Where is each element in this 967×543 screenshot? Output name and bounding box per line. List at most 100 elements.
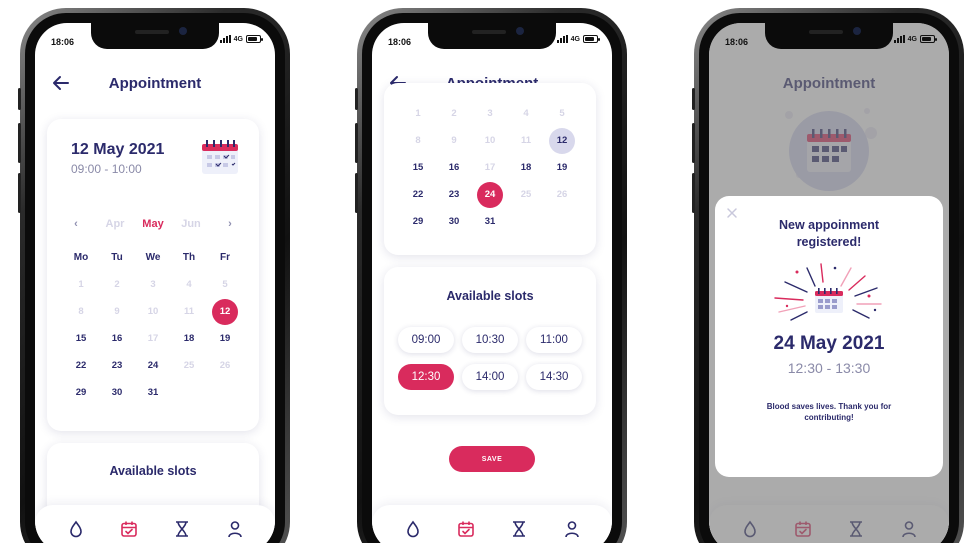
side-button bbox=[355, 173, 358, 213]
phone-frame-1: 18:06 4G Appointment 12 May 2021 09:00 -… bbox=[18, 8, 290, 543]
battery-icon bbox=[246, 35, 263, 43]
chevron-right-icon[interactable]: › bbox=[210, 218, 250, 230]
screen-date-picker: 18:06 4G Appointment 12 May 2021 09:00 -… bbox=[35, 23, 275, 543]
calendar-day: 11 bbox=[183, 306, 195, 317]
slot-button[interactable]: 09:00 bbox=[398, 327, 454, 353]
side-button bbox=[355, 123, 358, 163]
calendar-day[interactable]: 15 bbox=[63, 325, 99, 352]
notch bbox=[91, 23, 219, 49]
calendar-day[interactable]: 23 bbox=[99, 352, 135, 379]
calendar-day: 8 bbox=[78, 306, 84, 317]
side-button bbox=[692, 173, 695, 213]
calendar-day-empty bbox=[508, 208, 544, 235]
tab-history[interactable] bbox=[171, 518, 193, 540]
notch bbox=[428, 23, 556, 49]
hourglass-icon bbox=[512, 521, 525, 537]
month-prev[interactable]: Apr bbox=[96, 218, 134, 230]
calendar-day-empty bbox=[171, 379, 207, 406]
status-indicators: 4G bbox=[219, 35, 263, 43]
calendar-day: 26 bbox=[556, 189, 568, 200]
calendar-day[interactable]: 18 bbox=[508, 154, 544, 181]
slots-title: Available slots bbox=[109, 464, 197, 478]
close-icon[interactable] bbox=[726, 207, 738, 219]
calendar-day[interactable]: 19 bbox=[207, 325, 243, 352]
tab-donations[interactable] bbox=[65, 518, 87, 540]
slot-button-selected[interactable]: 12:30 bbox=[398, 364, 454, 390]
date-picker-card: 1 2 3 4 5 8 9 10 11 12 15 16 17 18 19 22 bbox=[384, 83, 596, 255]
user-icon bbox=[564, 521, 579, 538]
chevron-left-icon[interactable]: ‹ bbox=[56, 218, 96, 230]
calendar-day[interactable]: 22 bbox=[63, 352, 99, 379]
battery-icon bbox=[583, 35, 600, 43]
calendar-day[interactable]: 19 bbox=[544, 154, 580, 181]
signal-icon bbox=[556, 35, 568, 43]
save-button[interactable]: SAVE bbox=[449, 446, 535, 472]
slot-button[interactable]: 11:00 bbox=[526, 327, 582, 353]
tab-profile[interactable] bbox=[224, 518, 246, 540]
calendar-day[interactable]: 16 bbox=[99, 325, 135, 352]
weekday-label: We bbox=[145, 252, 161, 263]
calendar-day[interactable]: 16 bbox=[436, 154, 472, 181]
calendar-day[interactable]: 29 bbox=[63, 379, 99, 406]
month-next[interactable]: Jun bbox=[172, 218, 210, 230]
calendar-day: 9 bbox=[451, 135, 457, 146]
page-title: Appointment bbox=[108, 75, 202, 92]
calendar-day: 1 bbox=[78, 279, 84, 290]
calendar-check-icon bbox=[120, 521, 137, 537]
bezel: 18:06 4G Appointment 1 2 3 4 5 8 9 bbox=[362, 13, 622, 543]
calendar-day: 17 bbox=[484, 162, 496, 173]
calendar-day[interactable]: 29 bbox=[400, 208, 436, 235]
phone-frame-2: 18:06 4G Appointment 1 2 3 4 5 8 9 bbox=[355, 8, 627, 543]
status-time: 18:06 bbox=[725, 37, 749, 47]
tab-donations[interactable] bbox=[402, 518, 424, 540]
calendar-day-selected[interactable]: 12 bbox=[207, 298, 243, 325]
calendar-day[interactable]: 22 bbox=[400, 181, 436, 208]
slot-button[interactable]: 14:30 bbox=[526, 364, 582, 390]
calendar-day: 5 bbox=[559, 108, 565, 119]
calendar-day: 2 bbox=[451, 108, 457, 119]
calendar-day: 17 bbox=[147, 333, 159, 344]
tab-profile[interactable] bbox=[561, 518, 583, 540]
day-label: 12 bbox=[212, 298, 238, 325]
calendar-day: 3 bbox=[487, 108, 493, 119]
calendar-check-icon bbox=[457, 521, 474, 537]
calendar-day: 3 bbox=[150, 279, 156, 290]
calendar-day: 4 bbox=[523, 108, 529, 119]
calendar-day-previous[interactable]: 12 bbox=[544, 127, 580, 154]
tab-appointments[interactable] bbox=[455, 518, 477, 540]
weekday-label: Mo bbox=[73, 252, 89, 263]
selected-date: 12 May 2021 bbox=[71, 141, 165, 158]
side-button bbox=[692, 123, 695, 163]
side-button bbox=[692, 88, 695, 110]
calendar-day: 10 bbox=[484, 135, 496, 146]
tab-history[interactable] bbox=[508, 518, 530, 540]
appointment-time: 12:30 - 13:30 bbox=[787, 360, 871, 376]
month-navigator: ‹ Apr May Jun › bbox=[47, 218, 259, 230]
calendar-grid: Mo Tu We Th Fr 1 2 3 4 5 8 9 10 11 12 15 bbox=[63, 244, 243, 406]
calendar-day[interactable]: 15 bbox=[400, 154, 436, 181]
status-indicators: 4G bbox=[893, 35, 937, 43]
notch bbox=[765, 23, 893, 49]
calendar-day[interactable]: 24 bbox=[135, 352, 171, 379]
tab-appointments[interactable] bbox=[118, 518, 140, 540]
month-current: May bbox=[142, 218, 164, 230]
calendar-day[interactable]: 18 bbox=[171, 325, 207, 352]
calendar-day: 4 bbox=[186, 279, 192, 290]
signal-icon bbox=[893, 35, 905, 43]
weekday-label: Th bbox=[182, 252, 196, 263]
calendar-day[interactable]: 23 bbox=[436, 181, 472, 208]
calendar-day[interactable]: 30 bbox=[436, 208, 472, 235]
status-time: 18:06 bbox=[388, 37, 412, 47]
slot-button[interactable]: 10:30 bbox=[462, 327, 518, 353]
calendar-day[interactable]: 30 bbox=[99, 379, 135, 406]
status-indicators: 4G bbox=[556, 35, 600, 43]
network-label: 4G bbox=[233, 35, 243, 43]
calendar-day[interactable]: 31 bbox=[135, 379, 171, 406]
party-calendar-icon bbox=[774, 263, 882, 321]
slot-button[interactable]: 14:00 bbox=[462, 364, 518, 390]
calendar-day-selected[interactable]: 24 bbox=[472, 181, 508, 208]
thank-you-message: Blood saves lives. Thank you for contrib… bbox=[766, 402, 892, 422]
bezel: 18:06 4G Appointment 12 May 2021 09:00 -… bbox=[25, 13, 285, 543]
status-time: 18:06 bbox=[51, 37, 75, 47]
calendar-day[interactable]: 31 bbox=[472, 208, 508, 235]
